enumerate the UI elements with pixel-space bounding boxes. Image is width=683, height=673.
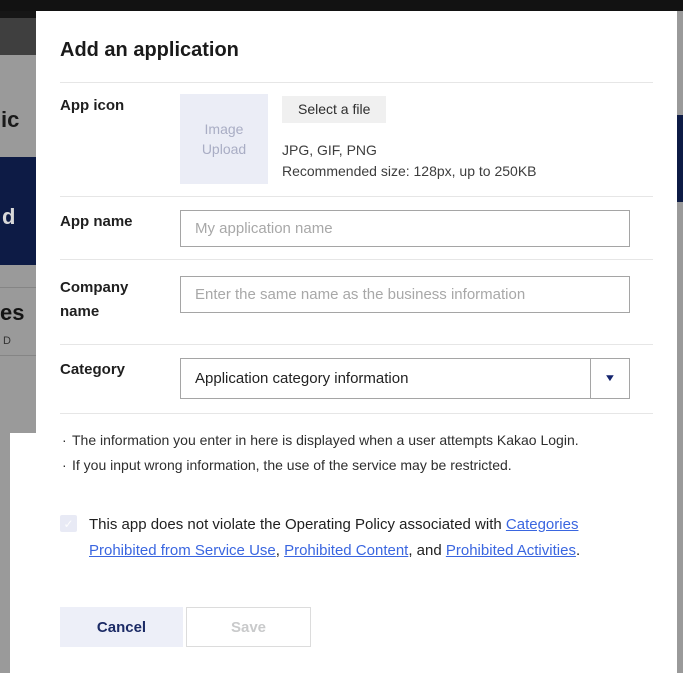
- app-name-input[interactable]: [180, 210, 630, 247]
- bg-divider-line: [0, 355, 36, 356]
- dimmed-page-right-strip: [677, 11, 683, 673]
- list-item: · If you input wrong information, the us…: [62, 453, 653, 478]
- dimmed-page-left-strip: ic d es D: [0, 11, 36, 673]
- chevron-down-icon: ▼: [604, 373, 617, 384]
- bullet-icon: ·: [62, 453, 72, 478]
- cancel-button[interactable]: Cancel: [60, 607, 183, 647]
- screen: ic d es D Add an application App icon Im…: [0, 0, 683, 673]
- save-button[interactable]: Save: [186, 607, 311, 647]
- image-upload-dropzone[interactable]: Image Upload: [180, 94, 268, 184]
- bg-segment-gray-lower: es D: [0, 265, 36, 433]
- policy-text: This app does not violate the Operating …: [89, 512, 634, 564]
- company-name-row: Company name: [60, 260, 653, 344]
- bg-text-fragment: d: [2, 204, 15, 230]
- bg-text-fragment: es: [0, 300, 24, 326]
- company-name-input[interactable]: [180, 276, 630, 313]
- upload-meta: Select a file JPG, GIF, PNG Recommended …: [282, 94, 537, 182]
- recommended-size-hint: Recommended size: 128px, up to 250KB: [282, 161, 537, 182]
- policy-checkbox[interactable]: ✓: [60, 515, 77, 532]
- bg-segment-bottom-white: [0, 433, 36, 673]
- bg-text-fragment: ic: [1, 107, 19, 133]
- app-name-row: App name: [60, 197, 653, 259]
- policy-row: ✓ This app does not violate the Operatin…: [60, 512, 650, 564]
- app-icon-row: App icon Image Upload Select a file JPG,…: [60, 83, 653, 196]
- policy-period: .: [576, 542, 580, 559]
- policy-separator: , and: [408, 542, 446, 559]
- bg-segment-navy-banner: d: [0, 157, 36, 265]
- bg-divider-line: [0, 287, 36, 288]
- category-selected-value: Application category information: [181, 370, 590, 387]
- category-select[interactable]: Application category information ▼: [180, 358, 630, 399]
- bg-thin-gray-strip: [0, 433, 10, 673]
- category-arrow-cell: ▼: [590, 359, 629, 398]
- list-item: · The information you enter in here is d…: [62, 428, 653, 453]
- add-application-modal: Add an application App icon Image Upload…: [36, 11, 677, 673]
- notes-list: · The information you enter in here is d…: [60, 414, 653, 478]
- app-icon-label: App icon: [60, 94, 164, 118]
- bg-segment-black: [0, 11, 36, 18]
- image-upload-placeholder: Image Upload: [194, 119, 254, 159]
- category-row: Category Application category informatio…: [60, 345, 653, 413]
- bg-segment-navy-banner-right: [677, 115, 683, 202]
- check-icon: ✓: [63, 517, 73, 531]
- note-text: The information you enter in here is dis…: [72, 428, 579, 453]
- bg-segment-darkgray: [0, 18, 36, 55]
- note-text: If you input wrong information, the use …: [72, 453, 512, 478]
- category-label: Category: [60, 358, 164, 382]
- bg-text-fragment: D: [3, 335, 11, 347]
- policy-separator: ,: [276, 542, 284, 559]
- file-formats-hint: JPG, GIF, PNG: [282, 140, 537, 161]
- page-top-bar: [0, 0, 683, 11]
- modal-title: Add an application: [60, 38, 653, 62]
- policy-text-before: This app does not violate the Operating …: [89, 516, 506, 533]
- select-file-button[interactable]: Select a file: [282, 96, 386, 123]
- link-prohibited-content[interactable]: Prohibited Content: [284, 542, 408, 559]
- company-name-label: Company name: [60, 276, 164, 324]
- bullet-icon: ·: [62, 428, 72, 453]
- app-name-label: App name: [60, 210, 164, 234]
- bg-segment-gray-upper: ic: [0, 55, 36, 157]
- link-prohibited-activities[interactable]: Prohibited Activities: [446, 542, 576, 559]
- modal-actions: Cancel Save: [60, 607, 653, 647]
